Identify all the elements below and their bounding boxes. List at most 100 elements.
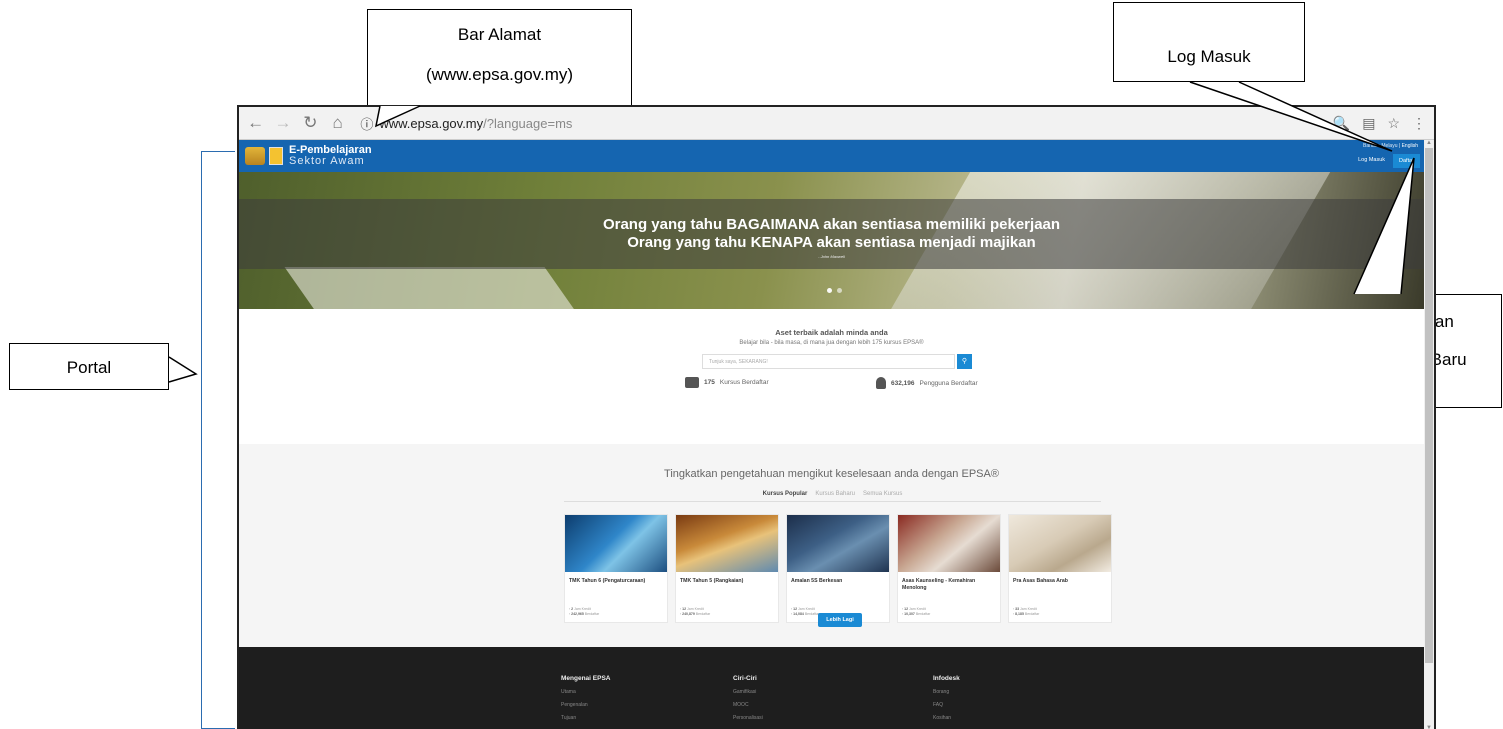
signup-button[interactable]: Daftar — [1393, 154, 1420, 168]
reload-icon[interactable]: ↻ — [302, 113, 319, 133]
hero-quote-author: - John Maxwell — [818, 254, 845, 259]
stat-courses-count: 175 — [704, 379, 715, 386]
course-hours: 12 — [793, 607, 798, 611]
back-icon[interactable]: ← — [247, 113, 264, 133]
government-crest-logo[interactable] — [245, 147, 265, 165]
scroll-down-icon[interactable]: ▼ — [1424, 725, 1434, 729]
home-icon[interactable]: ⌂ — [329, 113, 346, 133]
footer-heading: Mengenai EPSA — [561, 675, 611, 682]
login-button[interactable]: Log Masuk — [1353, 154, 1390, 168]
portal-pointer — [168, 356, 198, 383]
course-name[interactable]: TMK Tahun 6 (Pengaturcaraan) — [565, 572, 667, 594]
course-hours-label: Jam Kredit — [1020, 607, 1037, 611]
stat-users: 632,196 Pengguna Berdaftar — [876, 377, 978, 389]
menu-icon[interactable]: ⋮ — [1412, 115, 1426, 132]
course-card[interactable]: TMK Tahun 6 (Pengaturcaraan) › 2 Jam Kre… — [564, 514, 668, 623]
tab-popular[interactable]: Kursus Popular — [763, 491, 808, 497]
carousel-dot[interactable] — [837, 288, 842, 293]
footer-link[interactable]: Borang — [933, 689, 960, 695]
course-hours: 12 — [904, 607, 909, 611]
carousel-dots — [827, 288, 842, 293]
course-hours-label: Jam Kredit — [687, 607, 704, 611]
site-header: E-Pembelajaran Sektor Awam Bahasa Melayu… — [239, 140, 1424, 172]
hero-book-image-2 — [284, 267, 594, 309]
star-icon[interactable]: ☆ — [1387, 115, 1400, 132]
course-enrolled-label: Berdaftar — [915, 612, 931, 616]
callout-portal-label: Portal — [66, 358, 112, 377]
course-hours: 33 — [1015, 607, 1020, 611]
forward-icon[interactable]: → — [274, 113, 291, 133]
footer-link[interactable]: Personalisasi — [733, 715, 763, 721]
courses-icon — [685, 377, 699, 388]
footer-heading: Ciri-Ciri — [733, 675, 757, 682]
course-hours: 12 — [682, 607, 687, 611]
course-meta: › 2 Jam Kredit › 242,965 Berdaftar — [569, 607, 600, 616]
lang-separator: | — [1398, 143, 1401, 149]
portal-page: ▲ ▼ E-Pembelajaran Sektor Awam Bahasa Me… — [239, 140, 1434, 729]
hero-carousel: Orang yang tahu BAGAIMANA akan sentiasa … — [239, 172, 1424, 309]
course-enrolled: 240,879 — [682, 612, 695, 616]
search-button[interactable]: ⚲ — [957, 354, 972, 369]
course-card[interactable]: TMK Tahun 5 (Rangkaian) › 12 Jam Kredit ›… — [675, 514, 779, 623]
scroll-up-icon[interactable]: ▲ — [1424, 140, 1434, 146]
course-enrolled: 242,965 — [571, 612, 584, 616]
more-courses-button[interactable]: Lebih Lagi — [818, 613, 862, 627]
footer-col-infodesk: Infodesk Borang FAQ Kosihan — [933, 675, 960, 728]
course-card[interactable]: Asas Kaunseling - Kemahiran Menolong › 1… — [897, 514, 1001, 623]
footer-link[interactable]: Tujuan — [561, 715, 610, 721]
epsa-logo[interactable] — [269, 147, 283, 165]
course-thumbnail[interactable] — [1009, 515, 1111, 572]
browser-actions: 🔍 ▤ ☆ ⋮ — [1333, 115, 1426, 132]
url-host-rest: epsa.gov.my — [410, 115, 484, 131]
course-name[interactable]: TMK Tahun 5 (Rangkaian) — [676, 572, 778, 594]
course-enrolled-label: Berdaftar — [584, 612, 600, 616]
course-meta: › 12 Jam Kredit › 240,879 Berdaftar — [680, 607, 711, 616]
footer-link[interactable]: FAQ — [933, 702, 960, 708]
course-thumbnail[interactable] — [898, 515, 1000, 572]
course-hours-label: Jam Kredit — [909, 607, 926, 611]
footer-link[interactable]: Kosihan — [933, 715, 960, 721]
url-host: www. — [379, 115, 411, 131]
vertical-scrollbar[interactable]: ▲ ▼ — [1424, 140, 1434, 729]
translate-icon[interactable]: ▤ — [1362, 115, 1375, 132]
brand-line2: Sektor Awam — [289, 155, 365, 167]
lang-english-link[interactable]: English — [1402, 143, 1418, 149]
course-name[interactable]: Pra Asas Bahasa Arab — [1009, 572, 1111, 594]
course-enrolled-label: Berdaftar — [695, 612, 711, 616]
course-thumbnail[interactable] — [565, 515, 667, 572]
footer-link[interactable]: Pengenalan — [561, 702, 610, 708]
intro-section: Aset terbaik adalah minda anda Belajar b… — [239, 309, 1424, 444]
scrollbar-thumb[interactable] — [1425, 148, 1433, 663]
course-thumbnail[interactable] — [676, 515, 778, 572]
course-name[interactable]: Amalan 5S Berkesan — [787, 572, 889, 594]
footer-link[interactable]: Gamifikasi — [733, 689, 763, 695]
hero-quote-line2: Orang yang tahu KENAPA akan sentiasa men… — [627, 234, 1036, 251]
browser-toolbar: ← → ↻ ⌂ ⓘ www. epsa.gov.my/?language=ms 🔍… — [239, 107, 1434, 140]
lang-malay-link[interactable]: Bahasa Melayu — [1363, 143, 1397, 149]
course-meta: › 33 Jam Kredit › 8,185 Berdaftar — [1013, 607, 1040, 616]
course-search-input[interactable]: Tunjuk saya, SEKARANG! — [702, 354, 955, 369]
callout-address-bar-title: Bar Alamat — [457, 25, 542, 44]
footer-col-about: Mengenai EPSA Utama Pengenalan Tujuan — [561, 675, 610, 728]
auth-buttons: Log Masuk Daftar — [1353, 154, 1420, 168]
course-thumbnail[interactable] — [787, 515, 889, 572]
tab-new[interactable]: Kursus Baharu — [815, 491, 855, 497]
info-icon[interactable]: ⓘ — [360, 114, 373, 133]
address-bar[interactable]: ⓘ www. epsa.gov.my/?language=ms — [360, 111, 1322, 135]
course-card[interactable]: Amalan 5S Berkesan › 12 Jam Kredit › 14,0… — [786, 514, 890, 623]
course-card[interactable]: Pra Asas Bahasa Arab › 33 Jam Kredit › 8,… — [1008, 514, 1112, 623]
carousel-dot[interactable] — [827, 288, 832, 293]
footer-heading: Infodesk — [933, 675, 960, 682]
course-name[interactable]: Asas Kaunseling - Kemahiran Menolong — [898, 572, 1000, 594]
intro-subheading: Belajar bila - bila masa, di mana jua de… — [739, 340, 924, 346]
footer-link[interactable]: Utama — [561, 689, 610, 695]
browser-window: ← → ↻ ⌂ ⓘ www. epsa.gov.my/?language=ms 🔍… — [237, 105, 1436, 729]
stat-users-label: Pengguna Berdaftar — [919, 379, 978, 387]
site-brand[interactable]: E-Pembelajaran Sektor Awam — [289, 145, 372, 167]
tab-all[interactable]: Semua Kursus — [863, 491, 902, 497]
course-hours: 2 — [571, 607, 574, 611]
footer-link[interactable]: MOOC — [733, 702, 763, 708]
course-enrolled: 14,084 — [793, 612, 804, 616]
zoom-icon[interactable]: 🔍 — [1333, 115, 1350, 132]
stat-users-count: 632,196 — [891, 379, 915, 387]
